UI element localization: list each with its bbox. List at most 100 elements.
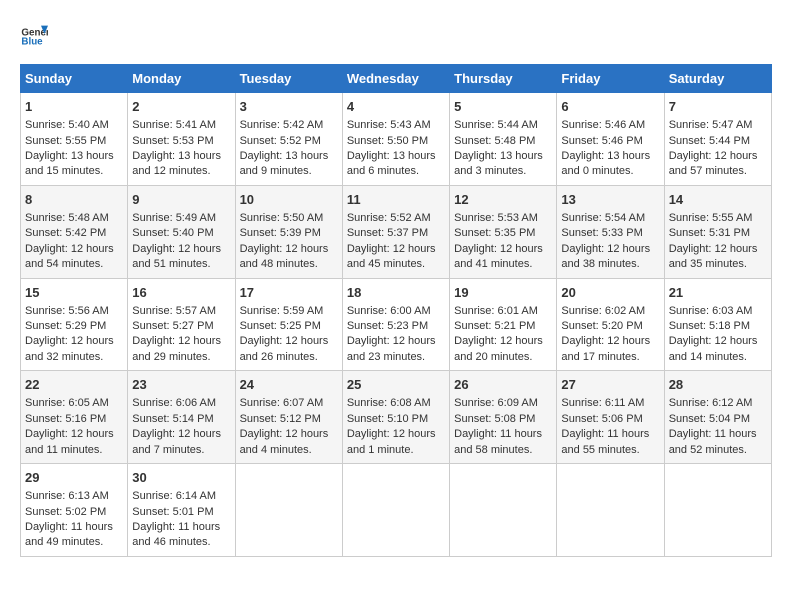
daylight: Daylight: 12 hours and 1 minute.	[347, 428, 436, 455]
sunset: Sunset: 5:16 PM	[25, 413, 106, 425]
daylight: Daylight: 12 hours and 29 minutes.	[132, 335, 221, 362]
page-header: General Blue	[20, 20, 772, 48]
daylight: Daylight: 12 hours and 38 minutes.	[561, 243, 650, 270]
calendar-cell: 18 Sunrise: 6:00 AM Sunset: 5:23 PM Dayl…	[342, 278, 449, 371]
daylight: Daylight: 12 hours and 17 minutes.	[561, 335, 650, 362]
calendar-cell: 22 Sunrise: 6:05 AM Sunset: 5:16 PM Dayl…	[21, 371, 128, 464]
week-row: 8 Sunrise: 5:48 AM Sunset: 5:42 PM Dayli…	[21, 185, 772, 278]
daylight: Daylight: 13 hours and 9 minutes.	[240, 150, 329, 177]
daylight: Daylight: 12 hours and 45 minutes.	[347, 243, 436, 270]
sunrise: Sunrise: 5:50 AM	[240, 212, 324, 224]
sunset: Sunset: 5:06 PM	[561, 413, 642, 425]
calendar-cell: 8 Sunrise: 5:48 AM Sunset: 5:42 PM Dayli…	[21, 185, 128, 278]
day-number: 19	[454, 284, 552, 302]
sunrise: Sunrise: 6:14 AM	[132, 490, 216, 502]
calendar-header: SundayMondayTuesdayWednesdayThursdayFrid…	[21, 65, 772, 93]
daylight: Daylight: 11 hours and 52 minutes.	[669, 428, 757, 455]
day-number: 26	[454, 376, 552, 394]
sunrise: Sunrise: 5:59 AM	[240, 305, 324, 317]
daylight: Daylight: 13 hours and 12 minutes.	[132, 150, 221, 177]
sunrise: Sunrise: 6:09 AM	[454, 397, 538, 409]
sunset: Sunset: 5:33 PM	[561, 227, 642, 239]
daylight: Daylight: 12 hours and 20 minutes.	[454, 335, 543, 362]
day-number: 9	[132, 191, 230, 209]
sunrise: Sunrise: 5:40 AM	[25, 119, 109, 131]
sunset: Sunset: 5:18 PM	[669, 320, 750, 332]
day-number: 25	[347, 376, 445, 394]
sunset: Sunset: 5:08 PM	[454, 413, 535, 425]
calendar-cell: 15 Sunrise: 5:56 AM Sunset: 5:29 PM Dayl…	[21, 278, 128, 371]
col-header-thursday: Thursday	[450, 65, 557, 93]
day-number: 2	[132, 98, 230, 116]
sunrise: Sunrise: 6:11 AM	[561, 397, 644, 409]
sunrise: Sunrise: 5:57 AM	[132, 305, 216, 317]
calendar-cell: 4 Sunrise: 5:43 AM Sunset: 5:50 PM Dayli…	[342, 93, 449, 186]
calendar-cell: 7 Sunrise: 5:47 AM Sunset: 5:44 PM Dayli…	[664, 93, 771, 186]
calendar-cell	[664, 464, 771, 557]
col-header-monday: Monday	[128, 65, 235, 93]
daylight: Daylight: 12 hours and 4 minutes.	[240, 428, 329, 455]
sunrise: Sunrise: 6:12 AM	[669, 397, 753, 409]
day-number: 6	[561, 98, 659, 116]
day-number: 15	[25, 284, 123, 302]
sunset: Sunset: 5:31 PM	[669, 227, 750, 239]
svg-text:Blue: Blue	[21, 37, 43, 48]
sunset: Sunset: 5:39 PM	[240, 227, 321, 239]
daylight: Daylight: 11 hours and 46 minutes.	[132, 521, 220, 548]
sunrise: Sunrise: 5:47 AM	[669, 119, 753, 131]
day-number: 28	[669, 376, 767, 394]
daylight: Daylight: 13 hours and 15 minutes.	[25, 150, 114, 177]
daylight: Daylight: 12 hours and 26 minutes.	[240, 335, 329, 362]
calendar-cell: 5 Sunrise: 5:44 AM Sunset: 5:48 PM Dayli…	[450, 93, 557, 186]
week-row: 1 Sunrise: 5:40 AM Sunset: 5:55 PM Dayli…	[21, 93, 772, 186]
sunrise: Sunrise: 5:44 AM	[454, 119, 538, 131]
sunrise: Sunrise: 6:08 AM	[347, 397, 431, 409]
sunrise: Sunrise: 6:03 AM	[669, 305, 753, 317]
sunset: Sunset: 5:52 PM	[240, 135, 321, 147]
sunset: Sunset: 5:27 PM	[132, 320, 213, 332]
sunset: Sunset: 5:01 PM	[132, 506, 213, 518]
daylight: Daylight: 12 hours and 32 minutes.	[25, 335, 114, 362]
week-row: 22 Sunrise: 6:05 AM Sunset: 5:16 PM Dayl…	[21, 371, 772, 464]
col-header-friday: Friday	[557, 65, 664, 93]
sunrise: Sunrise: 6:13 AM	[25, 490, 109, 502]
week-row: 29 Sunrise: 6:13 AM Sunset: 5:02 PM Dayl…	[21, 464, 772, 557]
day-number: 22	[25, 376, 123, 394]
sunset: Sunset: 5:21 PM	[454, 320, 535, 332]
sunset: Sunset: 5:48 PM	[454, 135, 535, 147]
calendar-cell: 26 Sunrise: 6:09 AM Sunset: 5:08 PM Dayl…	[450, 371, 557, 464]
sunrise: Sunrise: 5:42 AM	[240, 119, 324, 131]
calendar-cell: 11 Sunrise: 5:52 AM Sunset: 5:37 PM Dayl…	[342, 185, 449, 278]
sunrise: Sunrise: 5:46 AM	[561, 119, 645, 131]
sunrise: Sunrise: 5:43 AM	[347, 119, 431, 131]
sunrise: Sunrise: 6:07 AM	[240, 397, 324, 409]
day-number: 12	[454, 191, 552, 209]
calendar-cell: 17 Sunrise: 5:59 AM Sunset: 5:25 PM Dayl…	[235, 278, 342, 371]
calendar-cell: 6 Sunrise: 5:46 AM Sunset: 5:46 PM Dayli…	[557, 93, 664, 186]
sunset: Sunset: 5:12 PM	[240, 413, 321, 425]
sunset: Sunset: 5:10 PM	[347, 413, 428, 425]
daylight: Daylight: 11 hours and 49 minutes.	[25, 521, 113, 548]
sunset: Sunset: 5:14 PM	[132, 413, 213, 425]
calendar-cell: 14 Sunrise: 5:55 AM Sunset: 5:31 PM Dayl…	[664, 185, 771, 278]
calendar-cell	[557, 464, 664, 557]
day-number: 21	[669, 284, 767, 302]
daylight: Daylight: 12 hours and 48 minutes.	[240, 243, 329, 270]
sunset: Sunset: 5:25 PM	[240, 320, 321, 332]
col-header-sunday: Sunday	[21, 65, 128, 93]
calendar-cell: 3 Sunrise: 5:42 AM Sunset: 5:52 PM Dayli…	[235, 93, 342, 186]
sunrise: Sunrise: 5:56 AM	[25, 305, 109, 317]
sunset: Sunset: 5:53 PM	[132, 135, 213, 147]
calendar-cell: 20 Sunrise: 6:02 AM Sunset: 5:20 PM Dayl…	[557, 278, 664, 371]
daylight: Daylight: 12 hours and 11 minutes.	[25, 428, 114, 455]
sunrise: Sunrise: 5:55 AM	[669, 212, 753, 224]
day-number: 1	[25, 98, 123, 116]
day-number: 23	[132, 376, 230, 394]
day-number: 16	[132, 284, 230, 302]
sunset: Sunset: 5:44 PM	[669, 135, 750, 147]
day-number: 27	[561, 376, 659, 394]
sunset: Sunset: 5:55 PM	[25, 135, 106, 147]
calendar-cell: 28 Sunrise: 6:12 AM Sunset: 5:04 PM Dayl…	[664, 371, 771, 464]
daylight: Daylight: 13 hours and 0 minutes.	[561, 150, 650, 177]
daylight: Daylight: 12 hours and 54 minutes.	[25, 243, 114, 270]
